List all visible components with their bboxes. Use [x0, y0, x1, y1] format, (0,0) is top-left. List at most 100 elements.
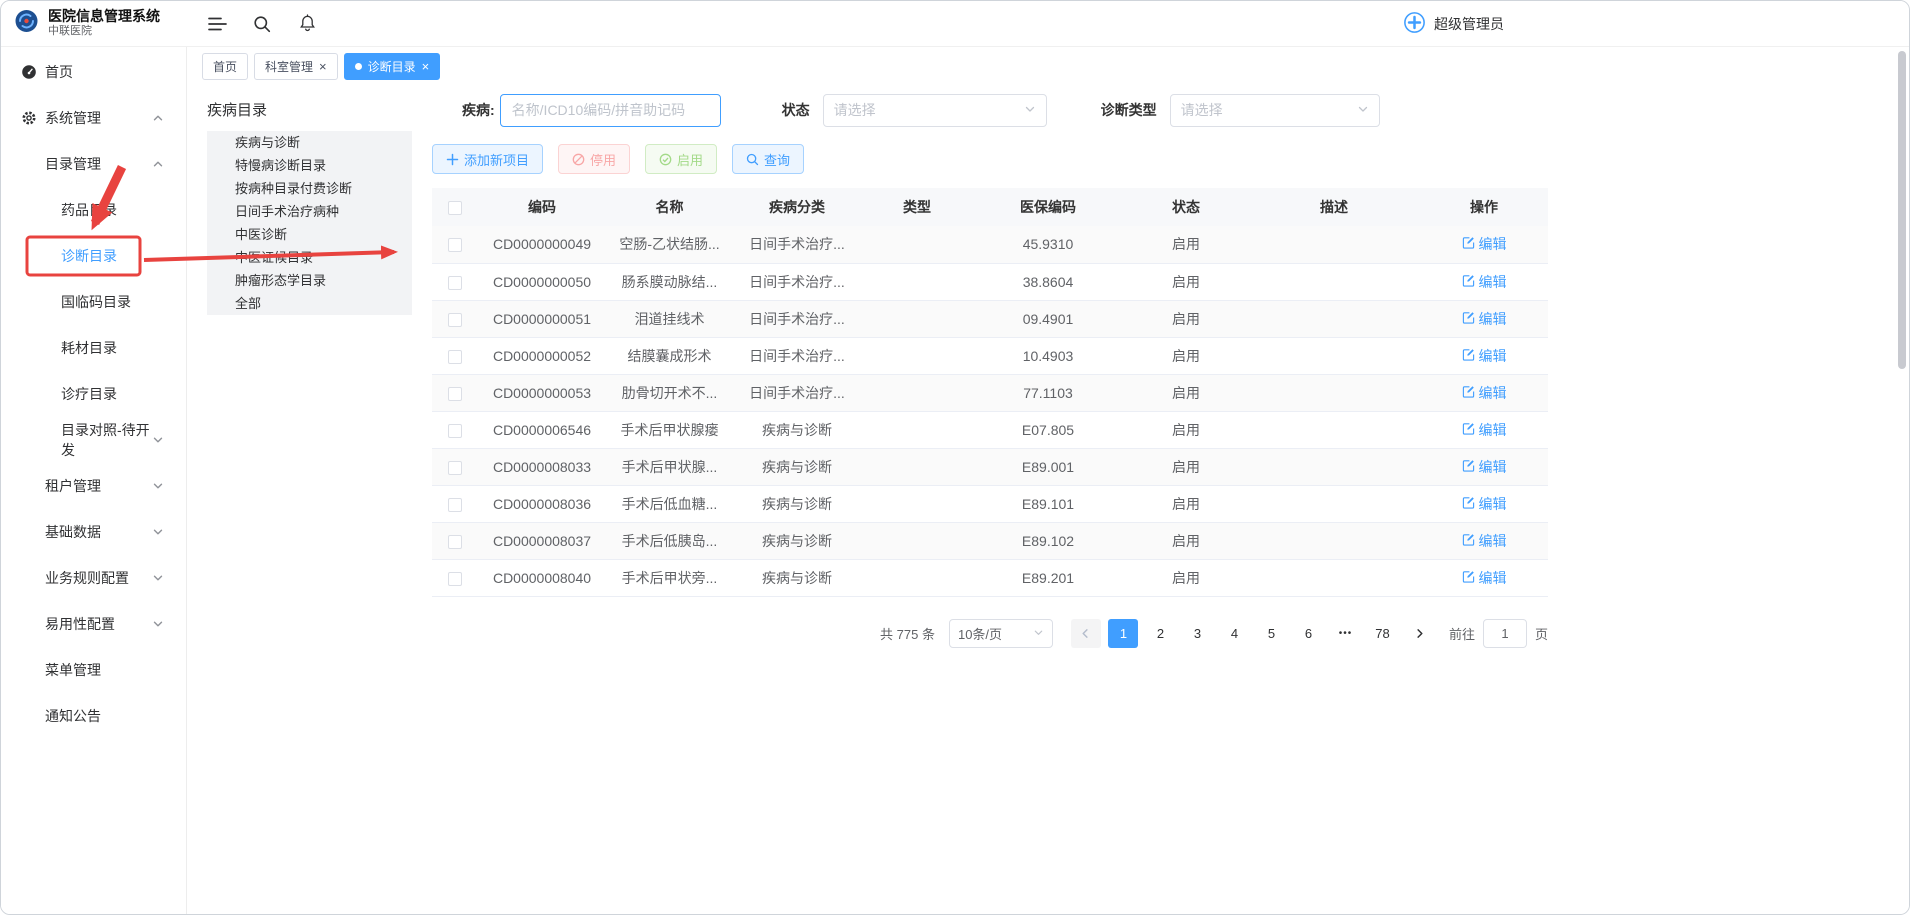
cell-description — [1248, 411, 1420, 448]
sidebar-item[interactable]: 业务规则配置 — [1, 555, 186, 601]
close-icon[interactable]: × — [319, 60, 327, 73]
sidebar-item[interactable]: 通知公告 — [1, 693, 186, 739]
sidebar-item[interactable]: 国临码目录 — [1, 279, 186, 325]
dashboard-icon — [21, 64, 38, 81]
cell-name: 肠系膜动脉结... — [607, 263, 732, 300]
page-number[interactable]: 5 — [1256, 619, 1286, 648]
sidebar-item[interactable]: 易用性配置 — [1, 601, 186, 647]
page-size-value: 10条/页 — [958, 624, 1002, 643]
collapse-menu-icon[interactable] — [207, 14, 227, 34]
edit-button[interactable]: 编辑 — [1462, 531, 1507, 551]
cell-type — [862, 374, 972, 411]
sidebar-item[interactable]: 首页 — [1, 49, 186, 95]
category-item[interactable]: 特慢病诊断目录 — [207, 154, 412, 177]
category-item[interactable]: 中医证候目录 — [207, 246, 412, 269]
row-checkbox[interactable] — [448, 276, 462, 290]
sidebar-item[interactable]: 药品目录 — [1, 187, 186, 233]
table-header-row: 编码名称疾病分类类型医保编码状态描述操作 — [432, 188, 1548, 226]
next-page-button[interactable] — [1405, 619, 1435, 648]
sidebar-item-label: 诊疗目录 — [61, 384, 117, 404]
diagnosis-type-select[interactable]: 请选择 — [1170, 94, 1380, 127]
prev-page-button[interactable] — [1071, 619, 1101, 648]
hospital-name: 中联医院 — [48, 25, 160, 39]
category-item[interactable]: 按病种目录付费诊断 — [207, 177, 412, 200]
row-checkbox[interactable] — [448, 424, 462, 438]
edit-button[interactable]: 编辑 — [1462, 383, 1507, 403]
category-item[interactable]: 全部 — [207, 292, 412, 315]
page-number[interactable]: 2 — [1145, 619, 1175, 648]
close-icon[interactable]: × — [422, 60, 430, 73]
cell-type — [862, 300, 972, 337]
page-number[interactable]: 1 — [1108, 619, 1138, 648]
edit-button[interactable]: 编辑 — [1462, 457, 1507, 477]
bell-icon[interactable] — [297, 14, 317, 34]
edit-button[interactable]: 编辑 — [1462, 568, 1507, 588]
tab-item[interactable]: 科室管理× — [254, 53, 338, 80]
disease-search-input[interactable] — [500, 94, 721, 127]
cell-description — [1248, 559, 1420, 596]
cell-type — [862, 485, 972, 522]
add-item-button[interactable]: 添加新项目 — [432, 144, 543, 174]
sidebar-item-label: 菜单管理 — [45, 660, 101, 680]
cell-insurance-code: E89.201 — [972, 559, 1124, 596]
cell-status: 启用 — [1124, 374, 1248, 411]
row-checkbox[interactable] — [448, 461, 462, 475]
sidebar-item[interactable]: 租户管理 — [1, 463, 186, 509]
row-checkbox[interactable] — [448, 238, 462, 252]
row-checkbox[interactable] — [448, 387, 462, 401]
page-size-select[interactable]: 10条/页 — [949, 619, 1053, 648]
page-numbers: 123456•••78 — [1105, 619, 1401, 648]
column-header: 名称 — [607, 188, 732, 226]
pager-ellipsis[interactable]: ••• — [1330, 619, 1360, 648]
user-info[interactable]: 超级管理员 — [1403, 11, 1504, 37]
sidebar-item[interactable]: 基础数据 — [1, 509, 186, 555]
edit-button[interactable]: 编辑 — [1462, 346, 1507, 366]
row-checkbox[interactable] — [448, 350, 462, 364]
page-number[interactable]: 3 — [1182, 619, 1212, 648]
row-checkbox[interactable] — [448, 313, 462, 327]
category-item[interactable]: 中医诊断 — [207, 223, 412, 246]
edit-button[interactable]: 编辑 — [1462, 234, 1507, 254]
sidebar-item[interactable]: 目录对照-待开发 — [1, 417, 186, 463]
query-button[interactable]: 查询 — [732, 144, 804, 174]
main-panel: 疾病: 状态 请选择 诊断类型 请选择 — [432, 93, 1548, 648]
sidebar-item[interactable]: 耗材目录 — [1, 325, 186, 371]
edit-button[interactable]: 编辑 — [1462, 494, 1507, 514]
cell-name: 泪道挂线术 — [607, 300, 732, 337]
page-number[interactable]: 78 — [1367, 619, 1397, 648]
page-number[interactable]: 6 — [1293, 619, 1323, 648]
status-select[interactable]: 请选择 — [823, 94, 1047, 127]
diagnosis-type-select-placeholder: 请选择 — [1181, 100, 1223, 120]
edit-button[interactable]: 编辑 — [1462, 420, 1507, 440]
disable-button[interactable]: 停用 — [558, 144, 630, 174]
sidebar-item[interactable]: 菜单管理 — [1, 647, 186, 693]
page-number[interactable]: 4 — [1219, 619, 1249, 648]
category-item[interactable]: 肿瘤形态学目录 — [207, 269, 412, 292]
cell-insurance-code: 45.9310 — [972, 226, 1124, 263]
tab-active[interactable]: 诊断目录× — [344, 53, 441, 80]
cell-status: 启用 — [1124, 263, 1248, 300]
select-all-checkbox[interactable] — [448, 201, 462, 215]
sidebar-item-label: 系统管理 — [45, 108, 101, 128]
sidebar-item-active[interactable]: 诊断目录 — [1, 233, 186, 279]
edit-button[interactable]: 编辑 — [1462, 309, 1507, 329]
row-checkbox[interactable] — [448, 572, 462, 586]
column-header: 编码 — [477, 188, 607, 226]
search-icon[interactable] — [252, 14, 272, 34]
cell-insurance-code: E07.805 — [972, 411, 1124, 448]
sidebar: 首页系统管理目录管理药品目录诊断目录国临码目录耗材目录诊疗目录目录对照-待开发租… — [1, 47, 187, 914]
goto-page-input[interactable] — [1483, 619, 1527, 648]
sidebar-item[interactable]: 系统管理 — [1, 95, 186, 141]
row-checkbox[interactable] — [448, 535, 462, 549]
enable-button[interactable]: 启用 — [645, 144, 717, 174]
row-checkbox[interactable] — [448, 498, 462, 512]
cell-insurance-code: 10.4903 — [972, 337, 1124, 374]
category-item[interactable]: 日间手术治疗病种 — [207, 200, 412, 223]
category-item[interactable]: 疾病与诊断 — [207, 131, 412, 154]
scrollbar[interactable] — [1898, 51, 1906, 369]
sidebar-item[interactable]: 诊疗目录 — [1, 371, 186, 417]
cell-type — [862, 522, 972, 559]
tab-item[interactable]: 首页 — [202, 53, 248, 80]
edit-button[interactable]: 编辑 — [1462, 272, 1507, 292]
sidebar-item[interactable]: 目录管理 — [1, 141, 186, 187]
